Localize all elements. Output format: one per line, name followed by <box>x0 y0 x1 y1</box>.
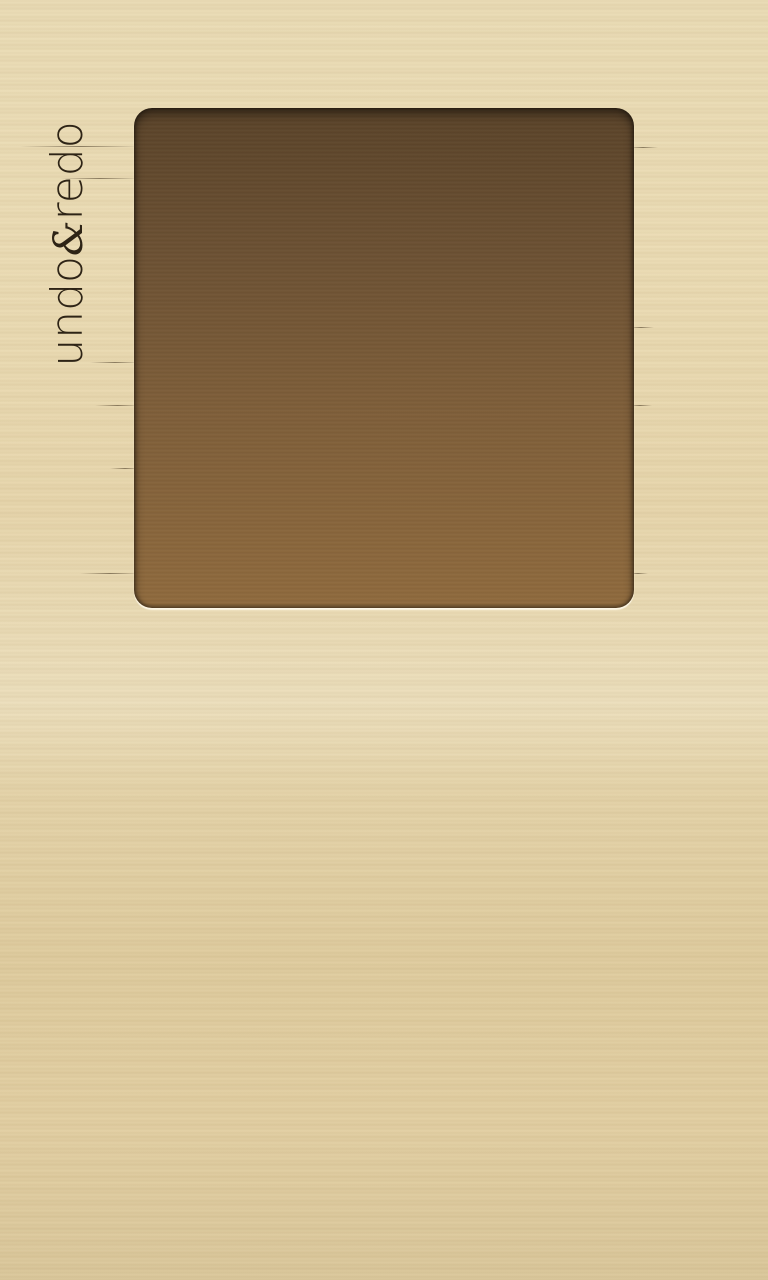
logo-text: undo&redo <box>42 121 93 366</box>
wood-grain-streak <box>90 362 140 363</box>
game-board[interactable] <box>134 108 634 608</box>
wood-grain-streak <box>80 573 140 574</box>
logo-undo: undo <box>42 256 93 367</box>
logo-ampersand: & <box>46 220 92 257</box>
logo-redo: redo <box>42 121 93 221</box>
app-logo: undo&redo <box>42 112 93 376</box>
